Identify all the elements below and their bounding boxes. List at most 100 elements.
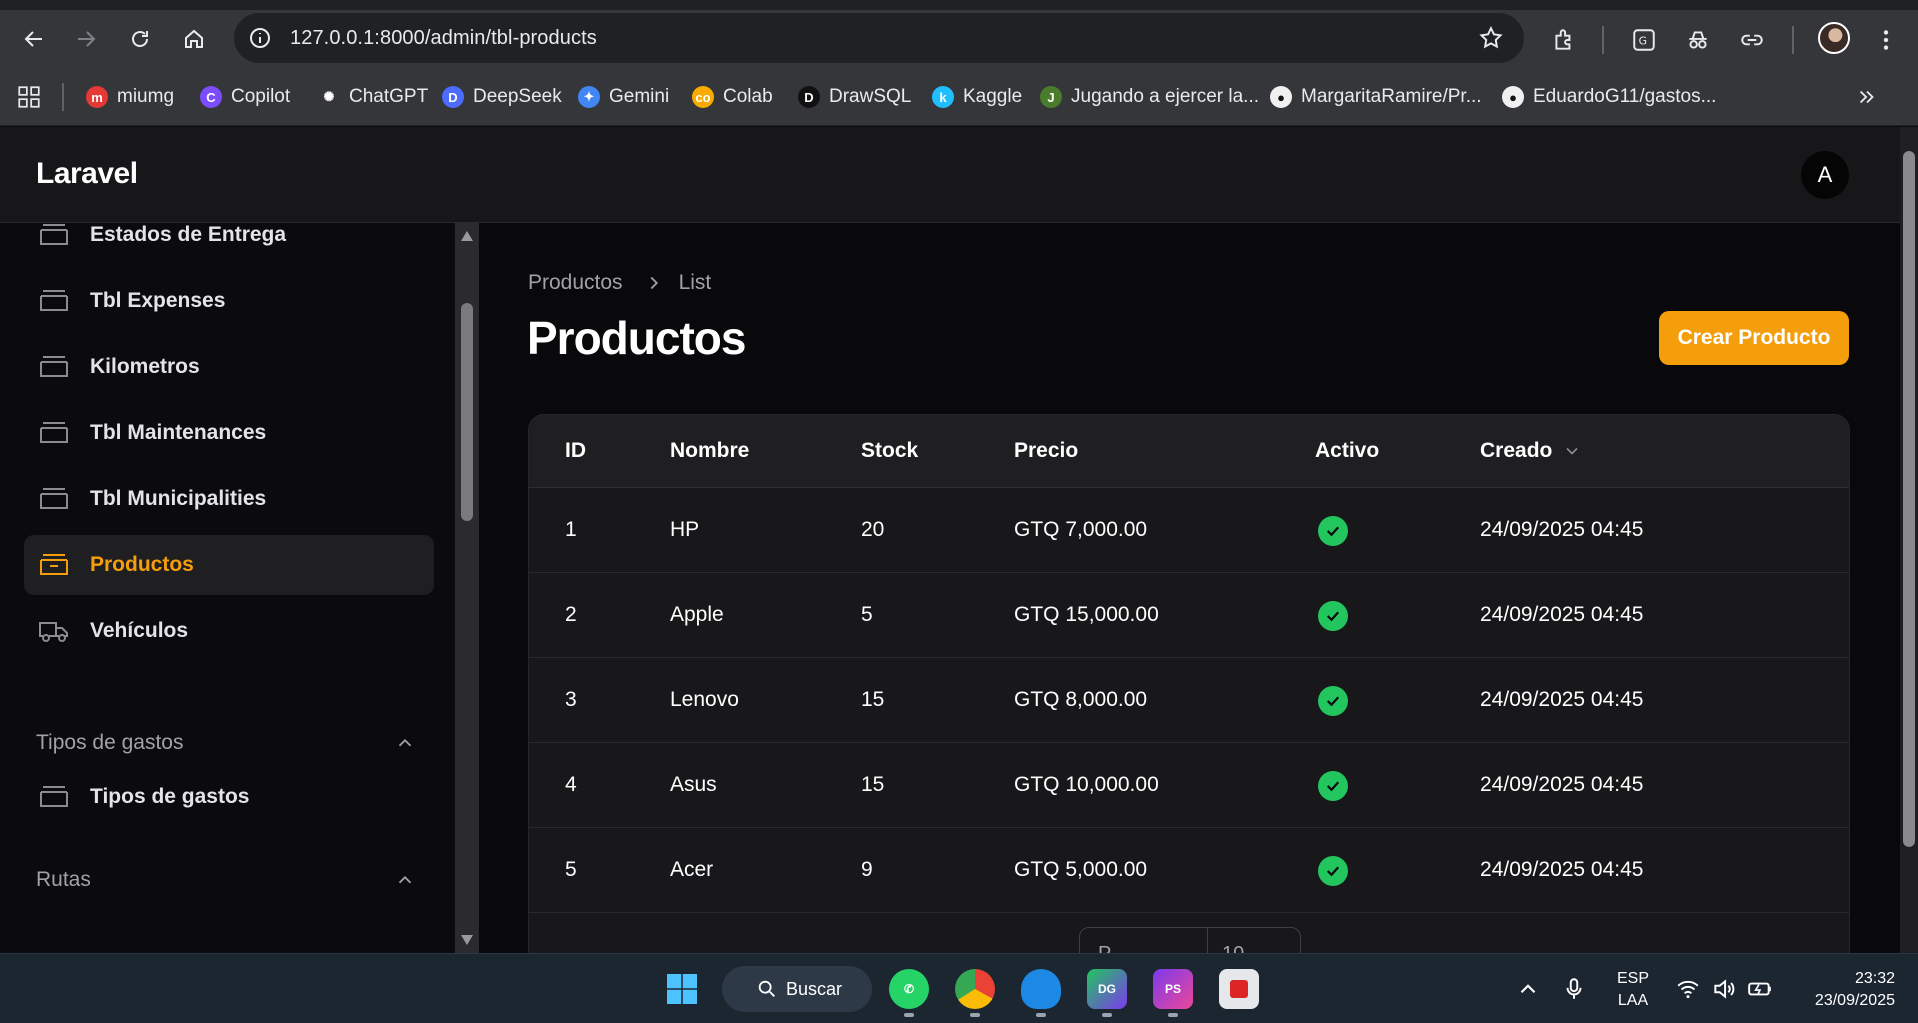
- column-header-id[interactable]: ID: [565, 439, 586, 463]
- chrome-icon[interactable]: [955, 969, 995, 1009]
- sidebar-item-tipos-de-gastos[interactable]: Tipos de gastos: [24, 767, 434, 827]
- chevron-up-tray-icon[interactable]: [1515, 976, 1541, 1002]
- bookmark-item[interactable]: co Colab: [692, 83, 773, 111]
- sidebar-scroll-thumb[interactable]: [461, 303, 473, 521]
- per-page-selector[interactable]: P 10: [1079, 927, 1301, 953]
- link-icon[interactable]: [1738, 26, 1766, 54]
- cell-precio: GTQ 8,000.00: [1014, 688, 1148, 711]
- sidebar-item-label: Tbl Expenses: [90, 289, 226, 312]
- archive-icon: [40, 224, 68, 245]
- archive-icon: [40, 356, 68, 377]
- column-header-precio[interactable]: Precio: [1014, 439, 1078, 463]
- battery-icon[interactable]: [1747, 976, 1773, 1002]
- elephant-app-icon[interactable]: [1021, 969, 1061, 1009]
- products-table: ID Nombre Stock Precio Activo Creado 1 HP…: [528, 414, 1850, 953]
- input-language[interactable]: ESP LAA: [1617, 968, 1649, 1012]
- bookmark-favicon-icon: co: [692, 86, 714, 108]
- column-header-activo[interactable]: Activo: [1315, 439, 1379, 463]
- bookmark-item[interactable]: ✺ ChatGPT: [318, 83, 428, 111]
- chevron-right-icon: [650, 276, 658, 290]
- user-avatar[interactable]: A: [1801, 151, 1849, 199]
- site-info-icon[interactable]: [248, 26, 272, 50]
- bookmark-item[interactable]: k Kaggle: [932, 83, 1022, 111]
- archive-icon: [40, 554, 68, 575]
- running-indicator: [970, 1013, 980, 1017]
- cell-nombre: Asus: [670, 773, 717, 796]
- bookmark-star-icon[interactable]: [1478, 25, 1504, 51]
- extensions-icon[interactable]: [1550, 26, 1578, 54]
- bookmark-item[interactable]: C Copilot: [200, 83, 290, 111]
- system-clock[interactable]: 23:32 23/09/2025: [1797, 968, 1895, 1012]
- microphone-icon[interactable]: [1561, 976, 1587, 1002]
- table-row[interactable]: 5 Acer 9 GTQ 5,000.00 24/09/2025 04:45: [529, 828, 1849, 913]
- reload-icon[interactable]: [124, 22, 156, 56]
- more-bookmarks-icon[interactable]: [1856, 83, 1878, 111]
- bookmark-item[interactable]: D DeepSeek: [442, 83, 562, 111]
- active-check-icon: [1318, 686, 1348, 716]
- app-viewport: Laravel A Estados de Entrega Tbl Expenses…: [0, 127, 1900, 953]
- address-bar[interactable]: 127.0.0.1:8000/admin/tbl-products: [234, 13, 1524, 63]
- bookmark-item[interactable]: m miumg: [86, 83, 174, 111]
- snipping-tool-icon[interactable]: [1219, 969, 1259, 1009]
- scroll-down-arrow[interactable]: [461, 935, 473, 945]
- chevron-up-icon[interactable]: [394, 732, 416, 754]
- svg-text:G: G: [1639, 34, 1647, 47]
- sidebar-scrollbar[interactable]: [455, 223, 479, 953]
- windows-start-icon[interactable]: [662, 969, 702, 1009]
- phpstorm-icon[interactable]: PS: [1153, 969, 1193, 1009]
- pager-divider: [1207, 928, 1208, 953]
- breadcrumb-productos[interactable]: Productos: [528, 271, 623, 295]
- url-text[interactable]: 127.0.0.1:8000/admin/tbl-products: [290, 27, 597, 50]
- column-header-nombre[interactable]: Nombre: [670, 439, 749, 463]
- home-icon[interactable]: [178, 22, 210, 56]
- cell-precio: GTQ 5,000.00: [1014, 858, 1148, 881]
- table-row[interactable]: 3 Lenovo 15 GTQ 8,000.00 24/09/2025 04:45: [529, 658, 1849, 743]
- page-scrollbar[interactable]: [1900, 127, 1918, 953]
- per-page-value[interactable]: 10: [1222, 943, 1244, 953]
- scroll-up-arrow[interactable]: [461, 231, 473, 241]
- table-row[interactable]: 4 Asus 15 GTQ 10,000.00 24/09/2025 04:45: [529, 743, 1849, 828]
- datagrip-icon[interactable]: DG: [1087, 969, 1127, 1009]
- sidebar-item-tbl-expenses[interactable]: Tbl Expenses: [24, 271, 434, 331]
- sort-chevron-down-icon[interactable]: [1562, 441, 1582, 461]
- language-code: ESP: [1617, 970, 1650, 987]
- sidebar-item-tbl-maintenances[interactable]: Tbl Maintenances: [24, 403, 434, 463]
- profile-avatar[interactable]: [1818, 22, 1850, 54]
- translate-icon[interactable]: G: [1630, 26, 1658, 54]
- sidebar-item-kilometros[interactable]: Kilometros: [24, 337, 434, 397]
- volume-icon[interactable]: [1711, 976, 1737, 1002]
- apps-grid-icon[interactable]: [16, 83, 42, 111]
- cell-creado: 24/09/2025 04:45: [1480, 858, 1644, 881]
- table-row[interactable]: 1 HP 20 GTQ 7,000.00 24/09/2025 04:45: [529, 488, 1849, 573]
- sidebar-item-productos[interactable]: Productos: [24, 535, 434, 595]
- sidebar-item-tbl-municipalities[interactable]: Tbl Municipalities: [24, 469, 434, 529]
- column-header-stock[interactable]: Stock: [861, 439, 918, 463]
- back-icon[interactable]: [18, 22, 50, 56]
- bookmark-favicon-icon: C: [200, 86, 222, 108]
- wifi-icon[interactable]: [1675, 976, 1701, 1002]
- incognito-icon[interactable]: [1684, 26, 1712, 54]
- taskbar-search[interactable]: Buscar: [722, 966, 872, 1012]
- create-product-button[interactable]: Crear Producto: [1659, 311, 1849, 365]
- windows-taskbar: Buscar ✆ DG PS ESP LAA 23:32 23/09/2025: [0, 953, 1918, 1023]
- group-rutas[interactable]: Rutas: [36, 865, 416, 895]
- whatsapp-icon[interactable]: ✆: [889, 969, 929, 1009]
- chevron-up-icon[interactable]: [394, 869, 416, 891]
- table-row[interactable]: 2 Apple 5 GTQ 15,000.00 24/09/2025 04:45: [529, 573, 1849, 658]
- group-tipos-de-gastos[interactable]: Tipos de gastos: [36, 728, 416, 758]
- keyboard-layout: LAA: [1617, 992, 1649, 1009]
- bookmark-label: DeepSeek: [473, 86, 562, 107]
- forward-icon[interactable]: [70, 22, 102, 56]
- cell-id: 2: [565, 603, 577, 626]
- bookmark-item[interactable]: ● EduardoG11/gastos...: [1502, 83, 1716, 111]
- page-scroll-thumb[interactable]: [1903, 151, 1915, 847]
- menu-kebab-icon[interactable]: [1872, 26, 1900, 54]
- sidebar-item-estados-de-entrega[interactable]: Estados de Entrega: [24, 223, 434, 265]
- bookmark-item[interactable]: ● MargaritaRamire/Pr...: [1270, 83, 1482, 111]
- brand-logo[interactable]: Laravel: [36, 157, 138, 191]
- bookmark-item[interactable]: D DrawSQL: [798, 83, 911, 111]
- bookmark-item[interactable]: ✦ Gemini: [578, 83, 669, 111]
- bookmark-item[interactable]: J Jugando a ejercer la...: [1040, 83, 1259, 111]
- column-header-creado[interactable]: Creado: [1480, 439, 1582, 463]
- sidebar-item-veh-culos[interactable]: Vehículos: [24, 601, 434, 661]
